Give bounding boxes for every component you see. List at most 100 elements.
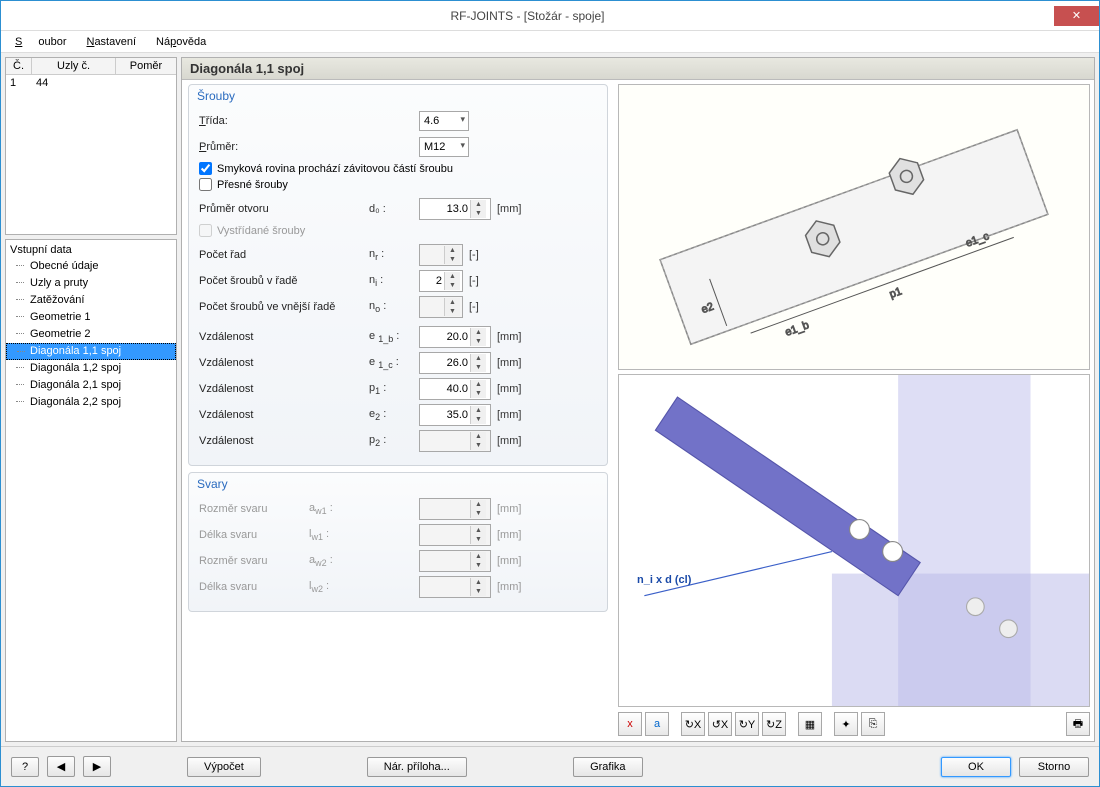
- hole-dia-input[interactable]: [420, 203, 470, 215]
- diameter-select[interactable]: M12: [419, 137, 469, 157]
- spin-up-icon[interactable]: ▲: [445, 272, 460, 281]
- print-icon: 🖶: [1073, 715, 1083, 734]
- p2-input: [420, 435, 470, 447]
- aw2-label: Rozměr svaru: [199, 555, 309, 567]
- p2-symbol: p2 :: [369, 434, 419, 448]
- e2-spin[interactable]: ▲▼: [419, 404, 491, 426]
- footer: ? ◀ ▶ Výpočet Nár. příloha... Grafika OK…: [1, 746, 1099, 786]
- close-icon: ✕: [1072, 9, 1081, 22]
- view-copy-button[interactable]: ⎘: [861, 712, 885, 736]
- spin-down-icon[interactable]: ▼: [471, 209, 486, 218]
- next-button[interactable]: ▶: [83, 756, 111, 777]
- p2-label: Vzdálenost: [199, 435, 369, 447]
- view-rxn-button[interactable]: ↺X: [708, 712, 732, 736]
- rows-unit: [-]: [469, 249, 479, 261]
- menu-help[interactable]: Nápověda: [148, 34, 214, 50]
- e2-input[interactable]: [420, 409, 470, 421]
- spin-up-icon[interactable]: ▲: [471, 200, 486, 209]
- tree-item-d22[interactable]: Diagonála 2,2 spoj: [6, 394, 176, 411]
- hole-dia-symbol: d₀ :: [369, 203, 419, 215]
- p1-spin[interactable]: ▲▼: [419, 378, 491, 400]
- help-button[interactable]: ?: [11, 757, 39, 777]
- cancel-button[interactable]: Storno: [1019, 757, 1089, 777]
- lw1-unit: [mm]: [497, 529, 521, 541]
- national-annex-button[interactable]: Nár. příloha...: [367, 757, 467, 777]
- aw2-unit: [mm]: [497, 555, 521, 567]
- hdr-c: Č.: [6, 58, 32, 74]
- view-iso-button[interactable]: ▦: [798, 712, 822, 736]
- tree-title: Vstupní data: [6, 242, 176, 258]
- e1c-spin[interactable]: ▲▼: [419, 352, 491, 374]
- shear-plane-check[interactable]: Smyková rovina prochází závitovou částí …: [199, 162, 597, 175]
- p1-symbol: p1 :: [369, 382, 419, 396]
- svg-text:e1_b: e1_b: [783, 319, 810, 339]
- menu-settings[interactable]: Nastavení: [78, 34, 144, 50]
- p1-label: Vzdálenost: [199, 383, 369, 395]
- tree-item-d12[interactable]: Diagonála 1,2 spoj: [6, 360, 176, 377]
- copy-icon: ⎘: [869, 718, 878, 731]
- outer-unit: [-]: [469, 301, 479, 313]
- p1-input[interactable]: [420, 383, 470, 395]
- hdr-pomer: Poměr: [116, 58, 176, 74]
- rot-y-icon: ↻Y: [739, 718, 756, 731]
- cell-c: 1: [6, 75, 32, 91]
- preview-schematic: e1_b p1 e1_c e2: [618, 84, 1090, 370]
- outer-label: Počet šroubů ve vnější řadě: [199, 301, 369, 313]
- view-print-button[interactable]: 🖶: [1066, 712, 1090, 736]
- table-header: Č. Uzly č. Poměr: [6, 58, 176, 75]
- view-x-button[interactable]: x: [618, 712, 642, 736]
- tree-item-d11[interactable]: Diagonála 1,1 spoj: [6, 343, 176, 360]
- e1b-spin[interactable]: ▲▼: [419, 326, 491, 348]
- e1b-symbol: e 1_b :: [369, 330, 419, 344]
- tree-item-geom1[interactable]: Geometrie 1: [6, 309, 176, 326]
- hole-dia-spin[interactable]: ▲▼: [419, 198, 491, 220]
- spin-down-icon[interactable]: ▼: [445, 281, 460, 290]
- tree-item-nodes[interactable]: Uzly a pruty: [6, 275, 176, 292]
- close-button[interactable]: ✕: [1054, 6, 1099, 26]
- preview-annotation: n_i x d (cl): [637, 574, 691, 586]
- prev-icon: ◀: [57, 761, 65, 773]
- outer-symbol: no :: [369, 300, 419, 314]
- panel-title: Diagonála 1,1 spoj: [182, 58, 1094, 80]
- tree-item-loads[interactable]: Zatěžování: [6, 292, 176, 309]
- axis-a-icon: a: [654, 718, 660, 730]
- precise-bolts-checkbox[interactable]: [199, 178, 212, 191]
- aw2-spin: ▲▼: [419, 550, 491, 572]
- graphics-button[interactable]: Grafika: [573, 757, 643, 777]
- body: Č. Uzly č. Poměr 1 44 Vstupní data Obecn…: [1, 53, 1099, 746]
- calculate-button[interactable]: Výpočet: [187, 757, 261, 777]
- ok-button[interactable]: OK: [941, 757, 1011, 777]
- tree-item-d21[interactable]: Diagonála 2,1 spoj: [6, 377, 176, 394]
- view-a-button[interactable]: a: [645, 712, 669, 736]
- shear-plane-checkbox[interactable]: [199, 162, 212, 175]
- perrow-spin[interactable]: ▲▼: [419, 270, 463, 292]
- class-select[interactable]: 4.6: [419, 111, 469, 131]
- e1b-input[interactable]: [420, 331, 470, 343]
- preview-3d-svg: [619, 375, 1089, 706]
- rot-x-icon: ↻X: [685, 718, 702, 731]
- e1c-label: Vzdálenost: [199, 357, 369, 369]
- view-rz-button[interactable]: ↻Z: [762, 712, 786, 736]
- axis-x-icon: x: [627, 718, 633, 730]
- prev-button[interactable]: ◀: [47, 756, 75, 777]
- table-row[interactable]: 1 44: [6, 75, 176, 91]
- nav-tree: Vstupní data Obecné údaje Uzly a pruty Z…: [5, 239, 177, 742]
- perrow-input[interactable]: [420, 275, 444, 287]
- hole-dia-label: Průměr otvoru: [199, 203, 369, 215]
- bolts-fieldset: Šrouby Třída: 4.6 Průměr: M12: [188, 84, 608, 466]
- preview-3d[interactable]: n_i x d (cl): [618, 374, 1090, 707]
- menu-file[interactable]: Soubor: [7, 34, 74, 50]
- form-column: Šrouby Třída: 4.6 Průměr: M12: [182, 80, 614, 741]
- rows-symbol: nr :: [369, 248, 419, 262]
- e1c-input[interactable]: [420, 357, 470, 369]
- e1b-unit: [mm]: [497, 331, 521, 343]
- view-render-button[interactable]: ✦: [834, 712, 858, 736]
- view-ry-button[interactable]: ↻Y: [735, 712, 759, 736]
- rows-input: [420, 249, 444, 261]
- tree-item-geom2[interactable]: Geometrie 2: [6, 326, 176, 343]
- view-rx-button[interactable]: ↻X: [681, 712, 705, 736]
- welds-legend: Svary: [197, 477, 597, 491]
- precise-bolts-check[interactable]: Přesné šrouby: [199, 178, 597, 191]
- tree-item-general[interactable]: Obecné údaje: [6, 258, 176, 275]
- window-title: RF-JOINTS - [Stožár - spoje]: [1, 9, 1054, 23]
